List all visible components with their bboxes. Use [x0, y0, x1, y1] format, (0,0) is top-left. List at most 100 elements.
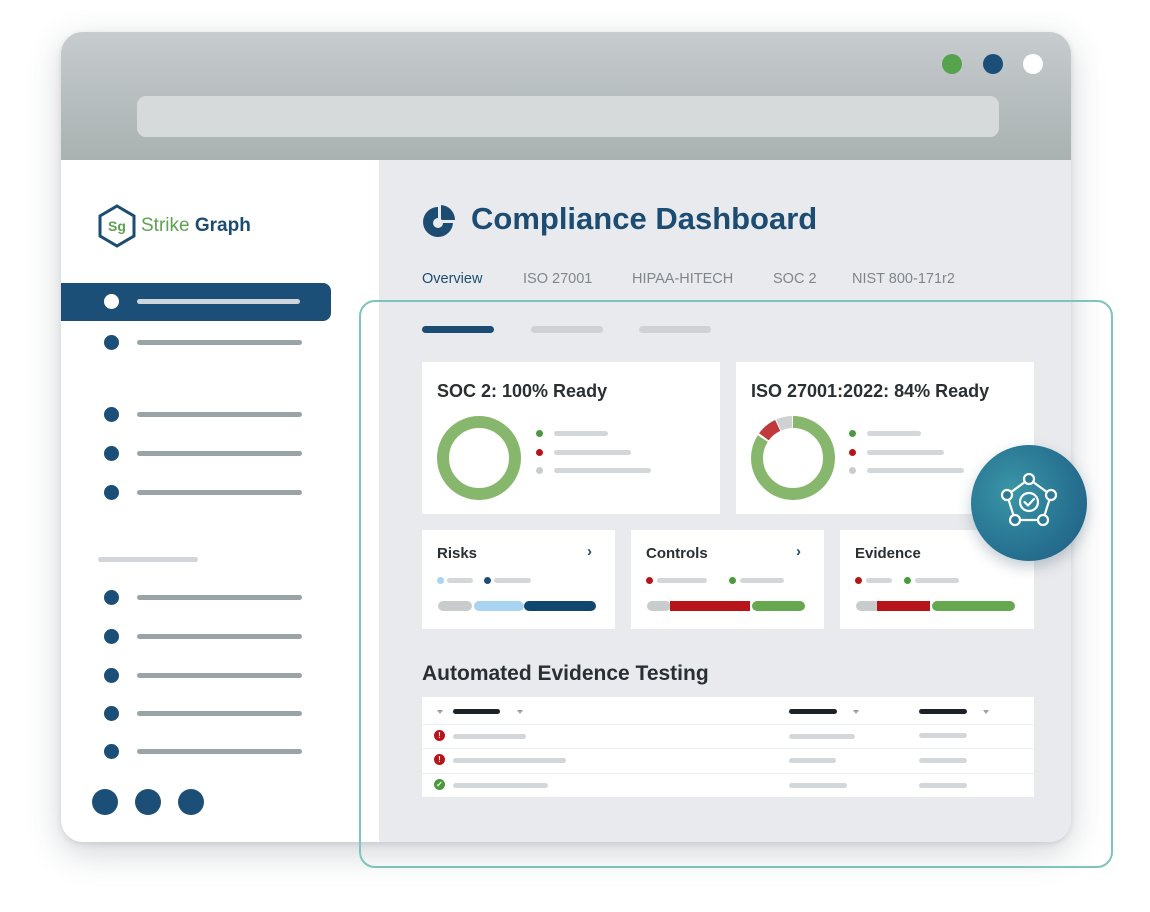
legend-dot-red [646, 577, 653, 584]
subtab-1[interactable] [422, 326, 494, 333]
tab-overview[interactable]: Overview [422, 271, 482, 287]
risks-segment-neutral [438, 601, 472, 611]
legend-dot-green [904, 577, 911, 584]
column-header-placeholder[interactable] [789, 709, 837, 714]
iso-readiness-title: ISO 27001:2022: 84% Ready [751, 381, 990, 401]
nav-dot [104, 706, 119, 721]
nav-dot [104, 590, 119, 605]
cell-placeholder [919, 783, 967, 788]
subtab-2[interactable] [531, 326, 603, 333]
sort-caret-icon[interactable] [437, 710, 443, 714]
alert-icon: ! [434, 730, 445, 741]
legend-dot-green [729, 577, 736, 584]
brand-logo[interactable]: Sg Strike Graph [97, 204, 297, 248]
nav-label-placeholder [137, 340, 302, 345]
nav-dot [104, 629, 119, 644]
risks-title: Risks [437, 545, 478, 562]
controls-title: Controls [646, 545, 708, 562]
tab-soc-2[interactable]: SOC 2 [773, 271, 817, 287]
legend-dot-red [849, 449, 856, 456]
window-dot-green[interactable] [942, 54, 962, 74]
tab-hipaa-hitech[interactable]: HIPAA-HITECH [632, 271, 733, 287]
sidebar-item-9[interactable] [61, 702, 379, 726]
sort-caret-icon[interactable] [853, 710, 859, 714]
nav-dot [104, 407, 119, 422]
sidebar-item-1[interactable] [61, 283, 331, 321]
address-bar[interactable] [137, 96, 999, 137]
nav-label-placeholder [137, 749, 302, 754]
hexagon-logo-icon: Sg [98, 204, 136, 248]
column-header-placeholder[interactable] [919, 709, 967, 714]
evidence-table: ! ! ✓ [422, 697, 1034, 797]
evidence-segment-green [932, 601, 1015, 611]
title-bar [61, 32, 1071, 160]
cell-placeholder [789, 734, 855, 739]
sort-caret-icon[interactable] [983, 710, 989, 714]
row-divider [422, 773, 1034, 774]
page-title: Compliance Dashboard [471, 201, 818, 236]
sidebar-item-2[interactable] [61, 331, 379, 355]
nav-dot [104, 294, 119, 309]
legend-label-placeholder [494, 578, 531, 583]
cell-placeholder [919, 758, 967, 763]
legend-label-placeholder [915, 578, 959, 583]
sidebar-item-6[interactable] [61, 586, 379, 610]
nav-label-placeholder [137, 490, 302, 495]
sidebar-item-3[interactable] [61, 403, 379, 427]
nav-label-placeholder [137, 595, 302, 600]
column-header-placeholder[interactable] [453, 709, 500, 714]
soc2-readiness-card[interactable]: SOC 2: 100% Ready [422, 362, 720, 514]
nav-dot [104, 335, 119, 350]
legend-label-placeholder [554, 450, 631, 455]
legend-dot-gray [849, 467, 856, 474]
legend-label-placeholder [554, 431, 608, 436]
legend-label-placeholder [657, 578, 707, 583]
brand-name: Strike Graph [141, 215, 251, 237]
controls-segment-green [752, 601, 805, 611]
risks-segment-light-blue [474, 601, 524, 611]
cell-placeholder [919, 733, 967, 738]
risks-card[interactable]: Risks › [422, 530, 615, 629]
footer-button-1[interactable] [92, 789, 118, 815]
legend-dot-green [536, 430, 543, 437]
section-title: Automated Evidence Testing [422, 662, 709, 685]
window-dot-white[interactable] [1023, 54, 1043, 74]
cell-placeholder [453, 758, 566, 763]
legend-label-placeholder [447, 578, 473, 583]
legend-dot-red [536, 449, 543, 456]
brand-suffix: Graph [194, 215, 251, 236]
evidence-distribution-bar [856, 601, 1015, 611]
legend-label-placeholder [867, 468, 964, 473]
sidebar-item-4[interactable] [61, 442, 379, 466]
sidebar-item-10[interactable] [61, 740, 379, 764]
sidebar-item-8[interactable] [61, 664, 379, 688]
nav-label-placeholder [137, 634, 302, 639]
pie-chart-icon [423, 205, 456, 237]
tab-iso-27001[interactable]: ISO 27001 [523, 271, 592, 287]
sidebar-item-7[interactable] [61, 625, 379, 649]
legend-label-placeholder [740, 578, 784, 583]
nav-dot [104, 668, 119, 683]
footer-button-2[interactable] [135, 789, 161, 815]
tab-nist[interactable]: NIST 800-171r2 [852, 271, 955, 287]
risks-distribution-bar [438, 601, 596, 611]
controls-card[interactable]: Controls › [631, 530, 824, 629]
nav-label-placeholder [137, 299, 300, 304]
chevron-right-icon[interactable]: › [796, 543, 801, 560]
sidebar-item-5[interactable] [61, 481, 379, 505]
subtab-3[interactable] [639, 326, 711, 333]
controls-distribution-bar [647, 601, 805, 611]
nav-label-placeholder [137, 673, 302, 678]
cell-placeholder [789, 783, 847, 788]
sidebar-section-label [98, 557, 198, 562]
footer-button-3[interactable] [178, 789, 204, 815]
chevron-right-icon[interactable]: › [587, 543, 592, 560]
nav-dot [104, 744, 119, 759]
cell-placeholder [789, 758, 836, 763]
sort-caret-icon[interactable] [517, 710, 523, 714]
legend-dot-red [855, 577, 862, 584]
window-dot-blue[interactable] [983, 54, 1003, 74]
evidence-segment-red [877, 601, 930, 611]
logo-initials: Sg [108, 218, 126, 234]
nav-label-placeholder [137, 451, 302, 456]
